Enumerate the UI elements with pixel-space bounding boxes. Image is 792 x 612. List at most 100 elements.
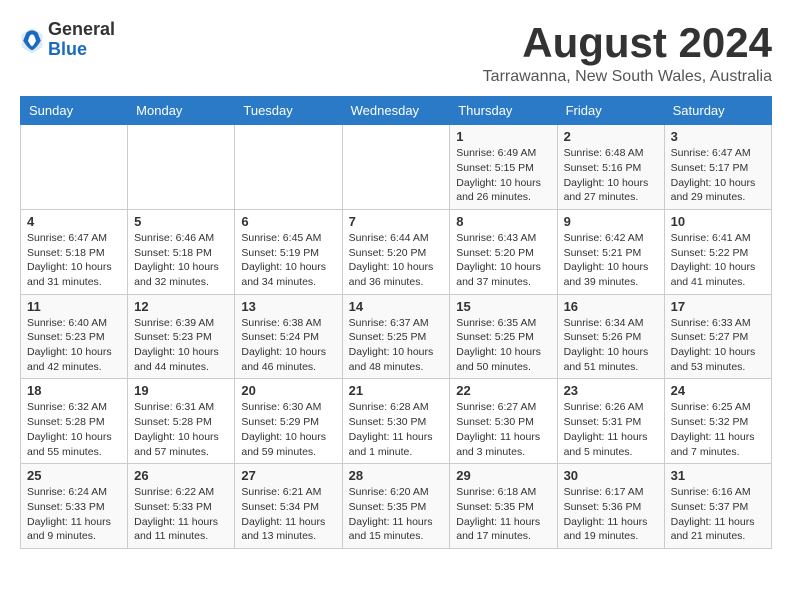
day-number: 6 [241,214,335,229]
calendar-cell: 15 Sunrise: 6:35 AM Sunset: 5:25 PM Dayli… [450,294,557,379]
day-info: Sunrise: 6:37 AM Sunset: 5:25 PM Dayligh… [349,316,444,375]
day-info: Sunrise: 6:33 AM Sunset: 5:27 PM Dayligh… [671,316,765,375]
day-number: 23 [564,383,658,398]
calendar-table: SundayMondayTuesdayWednesdayThursdayFrid… [20,96,772,549]
day-info: Sunrise: 6:45 AM Sunset: 5:19 PM Dayligh… [241,231,335,290]
calendar-week-3: 11Sunrise: 6:40 AM Sunset: 5:23 PM Dayli… [21,294,772,379]
day-number: 26 [134,468,228,483]
calendar-cell [128,125,235,210]
day-info: Sunrise: 6:18 AM Sunset: 5:35 PM Dayligh… [456,485,550,544]
calendar-cell: 6 Sunrise: 6:45 AM Sunset: 5:19 PM Daylig… [235,209,342,294]
day-number: 28 [349,468,444,483]
day-info: Sunrise: 6:28 AM Sunset: 5:30 PM Dayligh… [349,400,444,459]
day-number: 12 [134,299,228,314]
day-number: 3 [671,129,765,144]
day-number: 16 [564,299,658,314]
day-info: Sunrise: 6:24 AM Sunset: 5:33 PM Dayligh… [27,485,121,544]
calendar-cell: 16Sunrise: 6:34 AM Sunset: 5:26 PM Dayli… [557,294,664,379]
day-info: Sunrise: 6:39 AM Sunset: 5:23 PM Dayligh… [134,316,228,375]
day-number: 13 [241,299,335,314]
calendar-cell: 17 Sunrise: 6:33 AM Sunset: 5:27 PM Dayli… [664,294,771,379]
calendar-cell: 13 Sunrise: 6:38 AM Sunset: 5:24 PM Dayli… [235,294,342,379]
day-info: Sunrise: 6:20 AM Sunset: 5:35 PM Dayligh… [349,485,444,544]
calendar-cell: 30Sunrise: 6:17 AM Sunset: 5:36 PM Dayli… [557,464,664,549]
day-info: Sunrise: 6:47 AM Sunset: 5:18 PM Dayligh… [27,231,121,290]
day-number: 7 [349,214,444,229]
calendar-week-5: 25 Sunrise: 6:24 AM Sunset: 5:33 PM Dayli… [21,464,772,549]
day-info: Sunrise: 6:49 AM Sunset: 5:15 PM Dayligh… [456,146,550,205]
day-info: Sunrise: 6:48 AM Sunset: 5:16 PM Dayligh… [564,146,658,205]
day-info: Sunrise: 6:40 AM Sunset: 5:23 PM Dayligh… [27,316,121,375]
calendar-cell: 29Sunrise: 6:18 AM Sunset: 5:35 PM Dayli… [450,464,557,549]
calendar-cell: 18Sunrise: 6:32 AM Sunset: 5:28 PM Dayli… [21,379,128,464]
calendar-cell: 11Sunrise: 6:40 AM Sunset: 5:23 PM Dayli… [21,294,128,379]
day-number: 24 [671,383,765,398]
weekday-header-sunday: Sunday [21,97,128,125]
logo-general-text: General [48,19,115,39]
calendar-cell: 2Sunrise: 6:48 AM Sunset: 5:16 PM Daylig… [557,125,664,210]
day-number: 8 [456,214,550,229]
day-info: Sunrise: 6:35 AM Sunset: 5:25 PM Dayligh… [456,316,550,375]
day-info: Sunrise: 6:46 AM Sunset: 5:18 PM Dayligh… [134,231,228,290]
calendar-cell: 7 Sunrise: 6:44 AM Sunset: 5:20 PM Daylig… [342,209,450,294]
calendar-cell: 1 Sunrise: 6:49 AM Sunset: 5:15 PM Daylig… [450,125,557,210]
weekday-header-friday: Friday [557,97,664,125]
day-number: 9 [564,214,658,229]
calendar-cell: 31 Sunrise: 6:16 AM Sunset: 5:37 PM Dayli… [664,464,771,549]
day-number: 1 [456,129,550,144]
calendar-cell: 4 Sunrise: 6:47 AM Sunset: 5:18 PM Daylig… [21,209,128,294]
day-number: 21 [349,383,444,398]
calendar-cell [235,125,342,210]
calendar-body: 1 Sunrise: 6:49 AM Sunset: 5:15 PM Daylig… [21,125,772,549]
calendar-cell [21,125,128,210]
day-number: 19 [134,383,228,398]
day-info: Sunrise: 6:16 AM Sunset: 5:37 PM Dayligh… [671,485,765,544]
weekday-row: SundayMondayTuesdayWednesdayThursdayFrid… [21,97,772,125]
day-info: Sunrise: 6:38 AM Sunset: 5:24 PM Dayligh… [241,316,335,375]
day-number: 25 [27,468,121,483]
day-number: 31 [671,468,765,483]
day-number: 27 [241,468,335,483]
calendar-cell: 14 Sunrise: 6:37 AM Sunset: 5:25 PM Dayli… [342,294,450,379]
calendar-week-2: 4 Sunrise: 6:47 AM Sunset: 5:18 PM Daylig… [21,209,772,294]
calendar-header: SundayMondayTuesdayWednesdayThursdayFrid… [21,97,772,125]
logo-icon [20,26,44,54]
day-number: 10 [671,214,765,229]
day-info: Sunrise: 6:41 AM Sunset: 5:22 PM Dayligh… [671,231,765,290]
weekday-header-monday: Monday [128,97,235,125]
logo-text: General Blue [48,20,115,60]
calendar-week-4: 18Sunrise: 6:32 AM Sunset: 5:28 PM Dayli… [21,379,772,464]
calendar-cell [342,125,450,210]
day-info: Sunrise: 6:21 AM Sunset: 5:34 PM Dayligh… [241,485,335,544]
day-info: Sunrise: 6:44 AM Sunset: 5:20 PM Dayligh… [349,231,444,290]
calendar-cell: 19Sunrise: 6:31 AM Sunset: 5:28 PM Dayli… [128,379,235,464]
page-header: General Blue August 2024 Tarrawanna, New… [20,20,772,86]
calendar-cell: 27 Sunrise: 6:21 AM Sunset: 5:34 PM Dayli… [235,464,342,549]
logo-blue-text: Blue [48,39,87,59]
calendar-cell: 24Sunrise: 6:25 AM Sunset: 5:32 PM Dayli… [664,379,771,464]
calendar-cell: 25 Sunrise: 6:24 AM Sunset: 5:33 PM Dayli… [21,464,128,549]
day-info: Sunrise: 6:32 AM Sunset: 5:28 PM Dayligh… [27,400,121,459]
calendar-cell: 23Sunrise: 6:26 AM Sunset: 5:31 PM Dayli… [557,379,664,464]
logo: General Blue [20,20,115,60]
day-number: 17 [671,299,765,314]
day-number: 15 [456,299,550,314]
day-info: Sunrise: 6:27 AM Sunset: 5:30 PM Dayligh… [456,400,550,459]
calendar-cell: 3 Sunrise: 6:47 AM Sunset: 5:17 PM Daylig… [664,125,771,210]
day-info: Sunrise: 6:47 AM Sunset: 5:17 PM Dayligh… [671,146,765,205]
day-number: 4 [27,214,121,229]
day-number: 14 [349,299,444,314]
calendar-cell: 9Sunrise: 6:42 AM Sunset: 5:21 PM Daylig… [557,209,664,294]
calendar-cell: 26Sunrise: 6:22 AM Sunset: 5:33 PM Dayli… [128,464,235,549]
calendar-cell: 5 Sunrise: 6:46 AM Sunset: 5:18 PM Daylig… [128,209,235,294]
calendar-cell: 28 Sunrise: 6:20 AM Sunset: 5:35 PM Dayli… [342,464,450,549]
calendar-cell: 22Sunrise: 6:27 AM Sunset: 5:30 PM Dayli… [450,379,557,464]
day-info: Sunrise: 6:30 AM Sunset: 5:29 PM Dayligh… [241,400,335,459]
main-title: August 2024 [483,20,772,66]
calendar-cell: 20Sunrise: 6:30 AM Sunset: 5:29 PM Dayli… [235,379,342,464]
title-block: August 2024 Tarrawanna, New South Wales,… [483,20,772,86]
weekday-header-thursday: Thursday [450,97,557,125]
weekday-header-tuesday: Tuesday [235,97,342,125]
weekday-header-saturday: Saturday [664,97,771,125]
day-number: 5 [134,214,228,229]
